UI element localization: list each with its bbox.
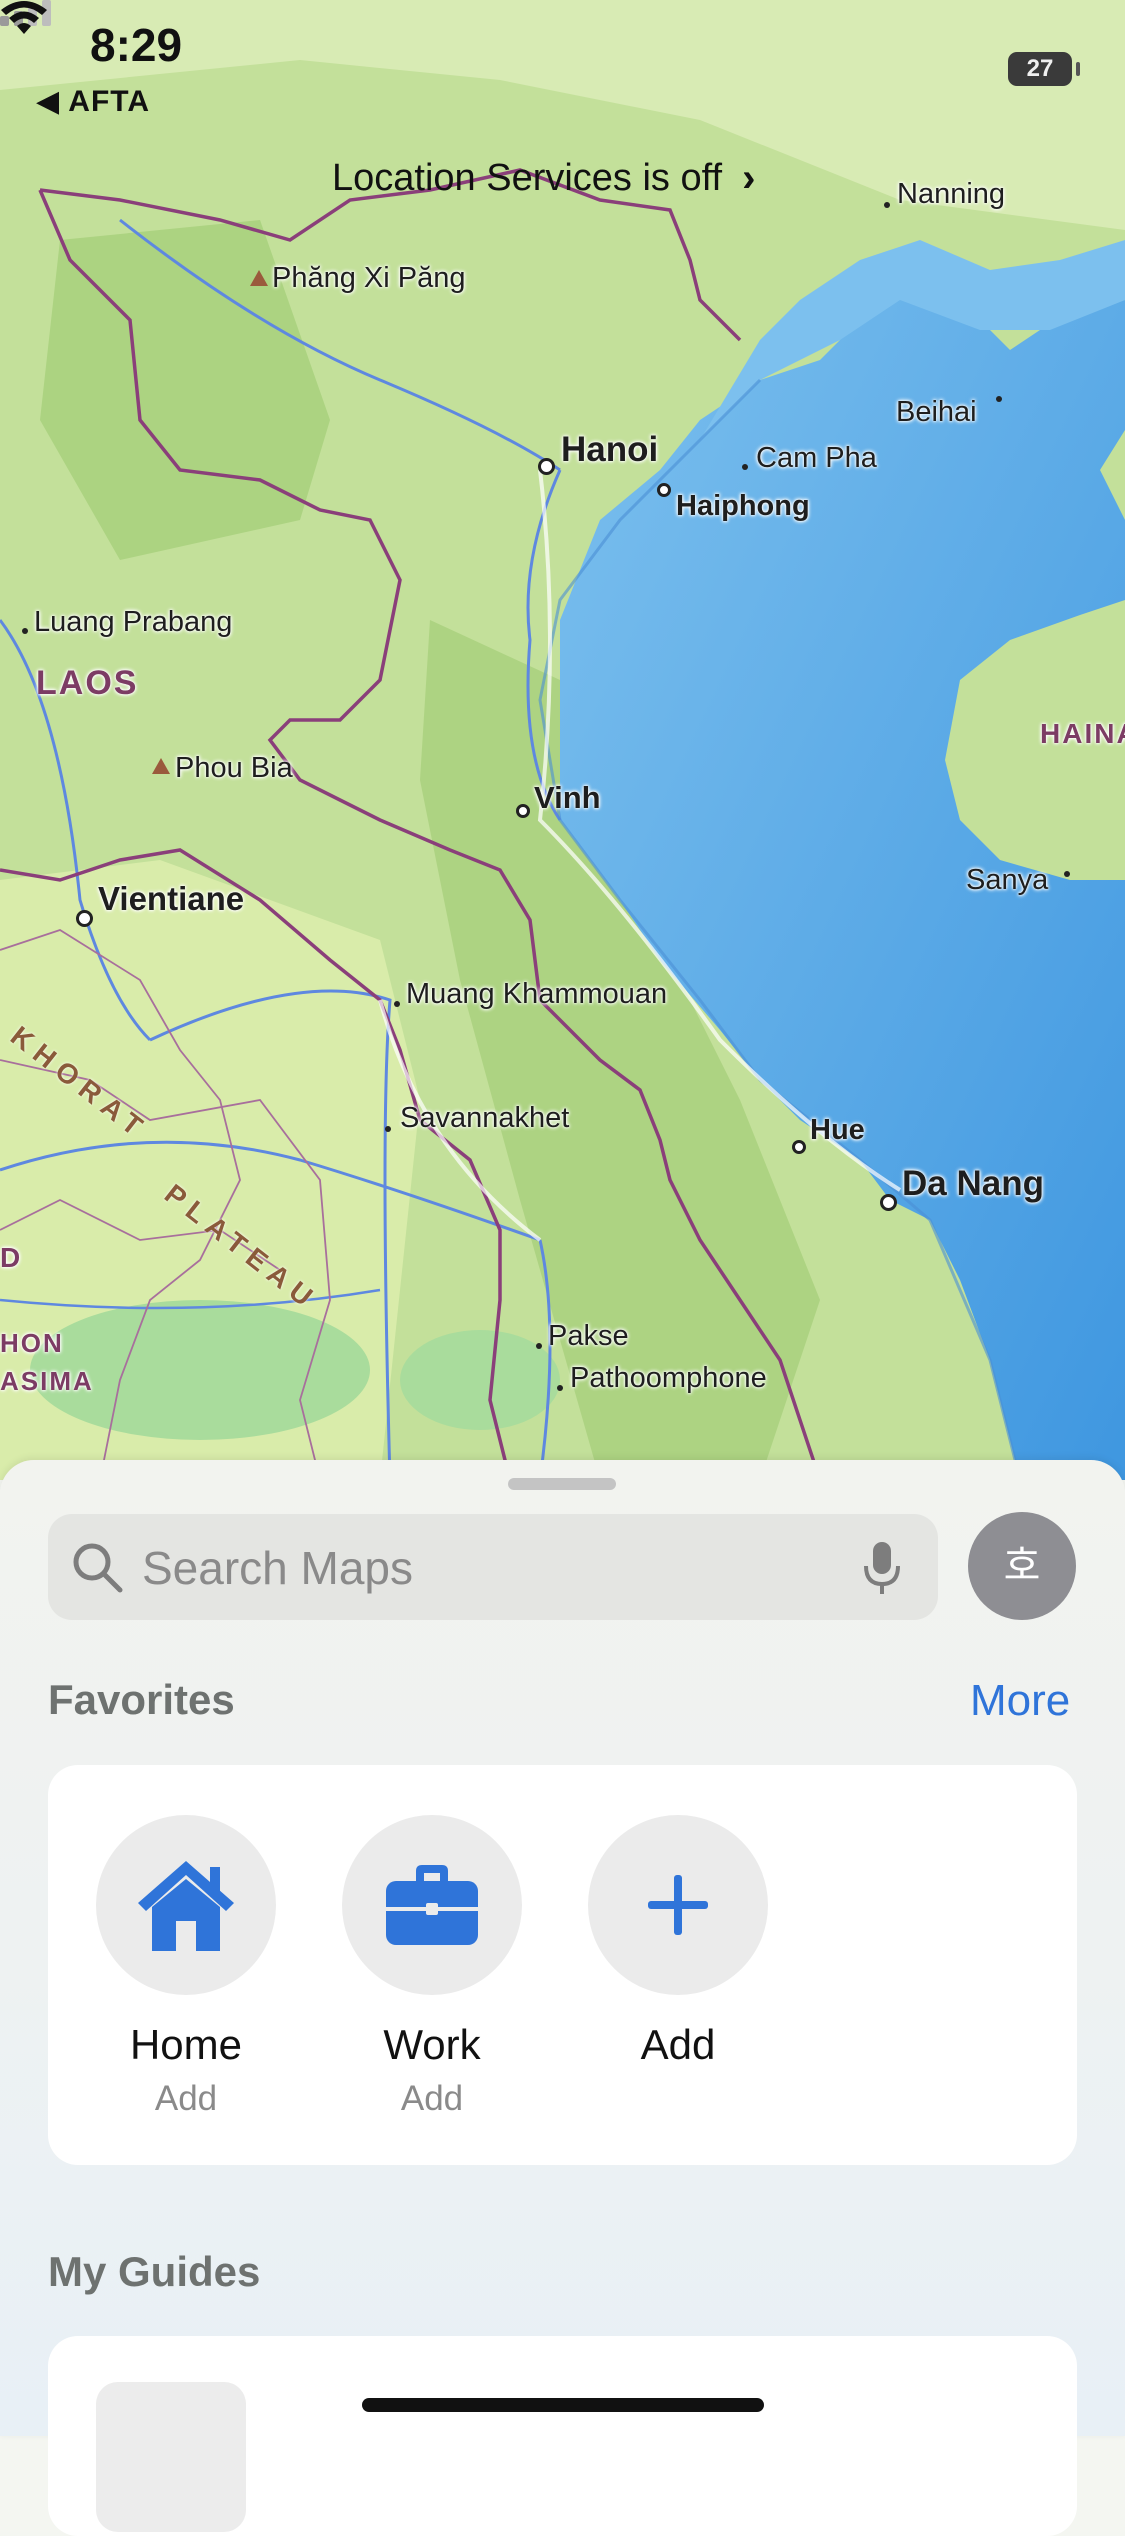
status-time: 8:29 — [90, 19, 183, 71]
city-dot — [557, 1385, 563, 1391]
city-dot — [1064, 871, 1070, 877]
home-indicator[interactable] — [362, 2398, 764, 2412]
search-icon — [73, 1543, 123, 1593]
search-input[interactable] — [140, 1514, 844, 1622]
city-dot — [22, 628, 28, 634]
favorite-home-sub: Add — [154, 2079, 218, 2118]
location-banner-text: Location Services is off — [332, 156, 723, 199]
city-dot — [394, 1001, 400, 1007]
back-to-app-link[interactable]: ◀ AFTA — [36, 84, 150, 119]
battery-level: 27 — [1026, 55, 1054, 82]
city-dot — [884, 202, 890, 208]
city-dot — [657, 483, 671, 497]
bottom-sheet[interactable]: 호 Favorites More Home Add — [0, 1460, 1125, 2536]
city-label-hue[interactable]: Hue — [810, 1114, 865, 1147]
battery-icon: 27 — [1008, 52, 1072, 86]
peak-label-phang-xi-pang[interactable]: Phăng Xi Păng — [272, 262, 465, 295]
capital-dot — [76, 910, 93, 927]
city-dot — [792, 1140, 806, 1154]
briefcase-icon — [386, 1865, 478, 1945]
map-view[interactable]: Nanning Phăng Xi Păng Beihai Hanoi Cam P… — [0, 0, 1125, 1480]
favorites-more-link[interactable]: More — [970, 1676, 1070, 1726]
city-label-nanning[interactable]: Nanning — [897, 178, 1005, 211]
status-bar: 8:29 ◀ AFTA 27 — [0, 0, 1125, 130]
city-dot — [880, 1194, 897, 1211]
city-label-da-nang[interactable]: Da Nang — [902, 1164, 1044, 1204]
favorite-home-circle[interactable] — [96, 1815, 276, 1995]
favorite-work-label: Work — [383, 2021, 481, 2068]
microphone-icon[interactable] — [862, 1540, 902, 1598]
city-label-pathoomphone[interactable]: Pathoomphone — [570, 1362, 767, 1395]
favorite-work-circle[interactable] — [342, 1815, 522, 1995]
peak-label-phou-bia[interactable]: Phou Bia — [175, 752, 293, 785]
battery-tip — [1076, 62, 1080, 76]
favorites-title: Favorites — [48, 1676, 235, 1723]
favorite-add[interactable]: Add — [588, 1815, 768, 2069]
city-label-luang-prabang[interactable]: Luang Prabang — [34, 606, 232, 639]
guides-card[interactable] — [48, 2336, 1077, 2536]
house-icon — [138, 1861, 234, 1951]
sheet-grabber[interactable] — [508, 1478, 616, 1490]
location-services-banner[interactable]: Location Services is off › — [332, 150, 755, 206]
account-avatar[interactable]: 호 — [968, 1512, 1076, 1620]
favorite-home-label: Home — [129, 2021, 243, 2068]
region-label-d: D — [0, 1242, 23, 1273]
peak-icon — [152, 758, 170, 774]
chevron-right-icon: › — [742, 155, 756, 200]
city-label-pakse[interactable]: Pakse — [548, 1320, 629, 1353]
region-label-asima: ASIMA — [0, 1366, 94, 1396]
capital-dot — [538, 458, 555, 475]
favorites-card: Home Add Work Add Add — [48, 1765, 1077, 2165]
favorite-add-label: Add — [640, 2021, 716, 2068]
city-dot — [742, 464, 748, 470]
city-label-hanoi[interactable]: Hanoi — [561, 430, 658, 470]
search-bar[interactable] — [48, 1514, 938, 1622]
guides-title: My Guides — [48, 2248, 261, 2295]
map-canvas — [0, 0, 1125, 1480]
city-dot — [385, 1126, 391, 1132]
city-label-vientiane[interactable]: Vientiane — [98, 880, 244, 918]
city-label-cam-pha[interactable]: Cam Pha — [756, 442, 877, 475]
city-label-vinh[interactable]: Vinh — [534, 780, 601, 816]
favorite-work[interactable]: Work Add — [342, 1815, 522, 2119]
city-dot — [536, 1343, 542, 1349]
city-dot — [516, 804, 530, 818]
country-label-laos[interactable]: LAOS — [36, 664, 138, 703]
plus-icon — [648, 1875, 708, 1935]
city-label-haiphong[interactable]: Haiphong — [676, 490, 810, 523]
city-label-muang-khammouan[interactable]: Muang Khammouan — [406, 978, 667, 1011]
wifi-icon — [1, 1, 47, 34]
region-label-khon: HON — [0, 1328, 64, 1358]
peak-icon — [250, 270, 268, 286]
guide-thumbnail — [96, 2382, 246, 2532]
favorite-work-sub: Add — [400, 2079, 464, 2118]
region-label-hainan[interactable]: HAINA — [1040, 718, 1125, 750]
favorite-add-circle[interactable] — [588, 1815, 768, 1995]
city-label-sanya[interactable]: Sanya — [966, 864, 1048, 897]
city-label-savannakhet[interactable]: Savannakhet — [400, 1102, 569, 1135]
city-dot — [996, 396, 1002, 402]
favorite-home[interactable]: Home Add — [96, 1815, 276, 2119]
city-label-beihai[interactable]: Beihai — [896, 396, 977, 429]
